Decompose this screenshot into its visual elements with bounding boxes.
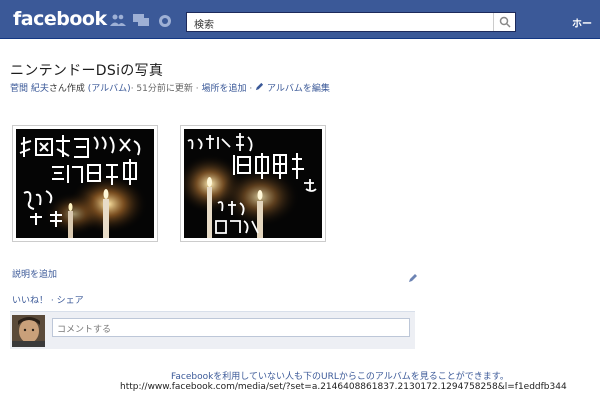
facebook-logo[interactable]: facebook bbox=[13, 8, 107, 30]
top-bar: facebook 検索 ホー bbox=[0, 0, 600, 39]
notifications-icon[interactable] bbox=[158, 14, 172, 27]
like-link[interactable]: いいね！ bbox=[12, 296, 48, 306]
add-description-link[interactable]: 説明を追加 bbox=[12, 267, 57, 280]
share-notice: Facebookを利用していない人も下のURLからこのアルバムを見ることができま… bbox=[171, 372, 509, 382]
add-place-link[interactable]: 場所を追加 bbox=[201, 84, 246, 94]
home-link[interactable]: ホー bbox=[572, 15, 592, 30]
like-share-bar: いいね！ · シェア bbox=[12, 296, 84, 306]
edit-album-link[interactable]: アルバムを編集 bbox=[267, 84, 330, 94]
edit-pencil-icon[interactable] bbox=[408, 268, 418, 287]
comment-input[interactable]: コメントする bbox=[52, 318, 410, 337]
friend-requests-icon[interactable] bbox=[110, 14, 126, 26]
avatar bbox=[12, 315, 45, 347]
updated-text: · 51分前に更新 · bbox=[130, 84, 199, 94]
messages-icon[interactable] bbox=[133, 14, 149, 26]
owner-link[interactable]: 菅間 紀夫 bbox=[10, 84, 49, 94]
search-input[interactable]: 検索 bbox=[186, 12, 516, 32]
album-url[interactable]: http://www.facebook.com/media/set/?set=a… bbox=[120, 382, 567, 392]
share-link[interactable]: シェア bbox=[57, 296, 84, 306]
edit-album-icon bbox=[255, 82, 264, 94]
comment-box: コメントする bbox=[10, 311, 415, 349]
photo-thumbnail-2[interactable] bbox=[180, 125, 326, 242]
search-icon bbox=[499, 16, 511, 28]
album-meta: 菅間 紀夫さん作成 (アルバム)· 51分前に更新 · 場所を追加 · アルバム… bbox=[10, 82, 330, 94]
search-placeholder: 検索 bbox=[194, 20, 214, 31]
photo-thumbnail-1[interactable] bbox=[12, 125, 158, 242]
photo-candles-flashlight[interactable] bbox=[184, 129, 322, 238]
created-by-text: さん作成 bbox=[48, 84, 85, 94]
photo-candles-blackout[interactable] bbox=[16, 129, 154, 238]
search-button[interactable] bbox=[493, 13, 515, 31]
page-title: ニンテンドーDSiの写真 bbox=[10, 63, 164, 79]
album-link[interactable]: (アルバム) bbox=[88, 84, 131, 94]
